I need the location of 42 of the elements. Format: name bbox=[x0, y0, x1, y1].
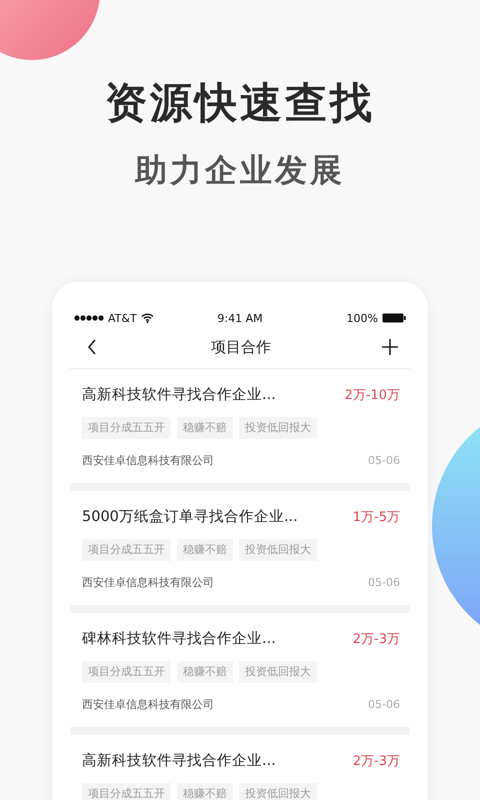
project-price: 2万-3万 bbox=[352, 631, 400, 648]
project-title: 高新科技软件寻找合作企业... bbox=[82, 386, 276, 405]
project-tag: 稳赚不赔 bbox=[177, 661, 233, 683]
back-icon bbox=[87, 339, 97, 355]
signal-icon bbox=[74, 315, 104, 321]
project-tag: 项目分成五五开 bbox=[82, 783, 171, 800]
headline: 资源快速查找 bbox=[105, 78, 375, 128]
company-name: 西安佳卓信息科技有限公司 bbox=[82, 453, 214, 468]
plus-icon bbox=[382, 339, 398, 355]
project-title: 5000万纸盒订单寻找合作企业... bbox=[82, 508, 298, 527]
project-tag: 投资低回报大 bbox=[239, 661, 317, 683]
project-tag: 稳赚不赔 bbox=[177, 539, 233, 561]
project-price: 2万-10万 bbox=[344, 387, 400, 404]
project-tag: 稳赚不赔 bbox=[177, 783, 233, 800]
subheadline: 助力企业发展 bbox=[135, 150, 345, 190]
project-price: 2万-3万 bbox=[352, 753, 400, 770]
post-date: 05-06 bbox=[368, 698, 400, 711]
project-card[interactable]: 碑林科技软件寻找合作企业... 2万-3万 项目分成五五开 稳赚不赔 投资低回报大 西安佳卓信息科技有限公司 05-06 bbox=[70, 613, 410, 735]
company-name: 西安佳卓信息科技有限公司 bbox=[82, 575, 214, 590]
battery-percent: 100% bbox=[346, 312, 378, 324]
project-title: 碑林科技软件寻找合作企业... bbox=[82, 630, 276, 649]
battery-icon bbox=[382, 313, 406, 323]
carrier-label: AT&T bbox=[108, 312, 137, 324]
project-tag: 项目分成五五开 bbox=[82, 661, 171, 683]
clock-time: 9:41 AM bbox=[217, 312, 263, 324]
company-name: 西安佳卓信息科技有限公司 bbox=[82, 697, 214, 712]
project-title: 高新科技软件寻找合作企业... bbox=[82, 752, 276, 771]
project-card[interactable]: 高新科技软件寻找合作企业... 2万-3万 项目分成五五开 稳赚不赔 投资低回报大 bbox=[70, 735, 410, 800]
post-date: 05-06 bbox=[368, 576, 400, 589]
add-button[interactable] bbox=[380, 337, 400, 357]
wifi-icon bbox=[140, 313, 154, 323]
page-title: 项目合作 bbox=[211, 338, 271, 356]
project-card[interactable]: 5000万纸盒订单寻找合作企业... 1万-5万 项目分成五五开 稳赚不赔 投资低回报大 西安佳卓信息科技有限公司 05-06 bbox=[70, 491, 410, 613]
project-price: 1万-5万 bbox=[352, 509, 400, 526]
post-date: 05-06 bbox=[368, 454, 400, 467]
project-tag: 投资低回报大 bbox=[239, 417, 317, 439]
project-tag: 项目分成五五开 bbox=[82, 539, 171, 561]
project-tag: 投资低回报大 bbox=[239, 539, 317, 561]
project-tag: 项目分成五五开 bbox=[82, 417, 171, 439]
project-tag: 稳赚不赔 bbox=[177, 417, 233, 439]
project-tag: 投资低回报大 bbox=[239, 783, 317, 800]
project-card[interactable]: 高新科技软件寻找合作企业... 2万-10万 项目分成五五开 稳赚不赔 投资低回报大 西安佳卓信息科技有限公司 05-06 bbox=[70, 369, 410, 491]
